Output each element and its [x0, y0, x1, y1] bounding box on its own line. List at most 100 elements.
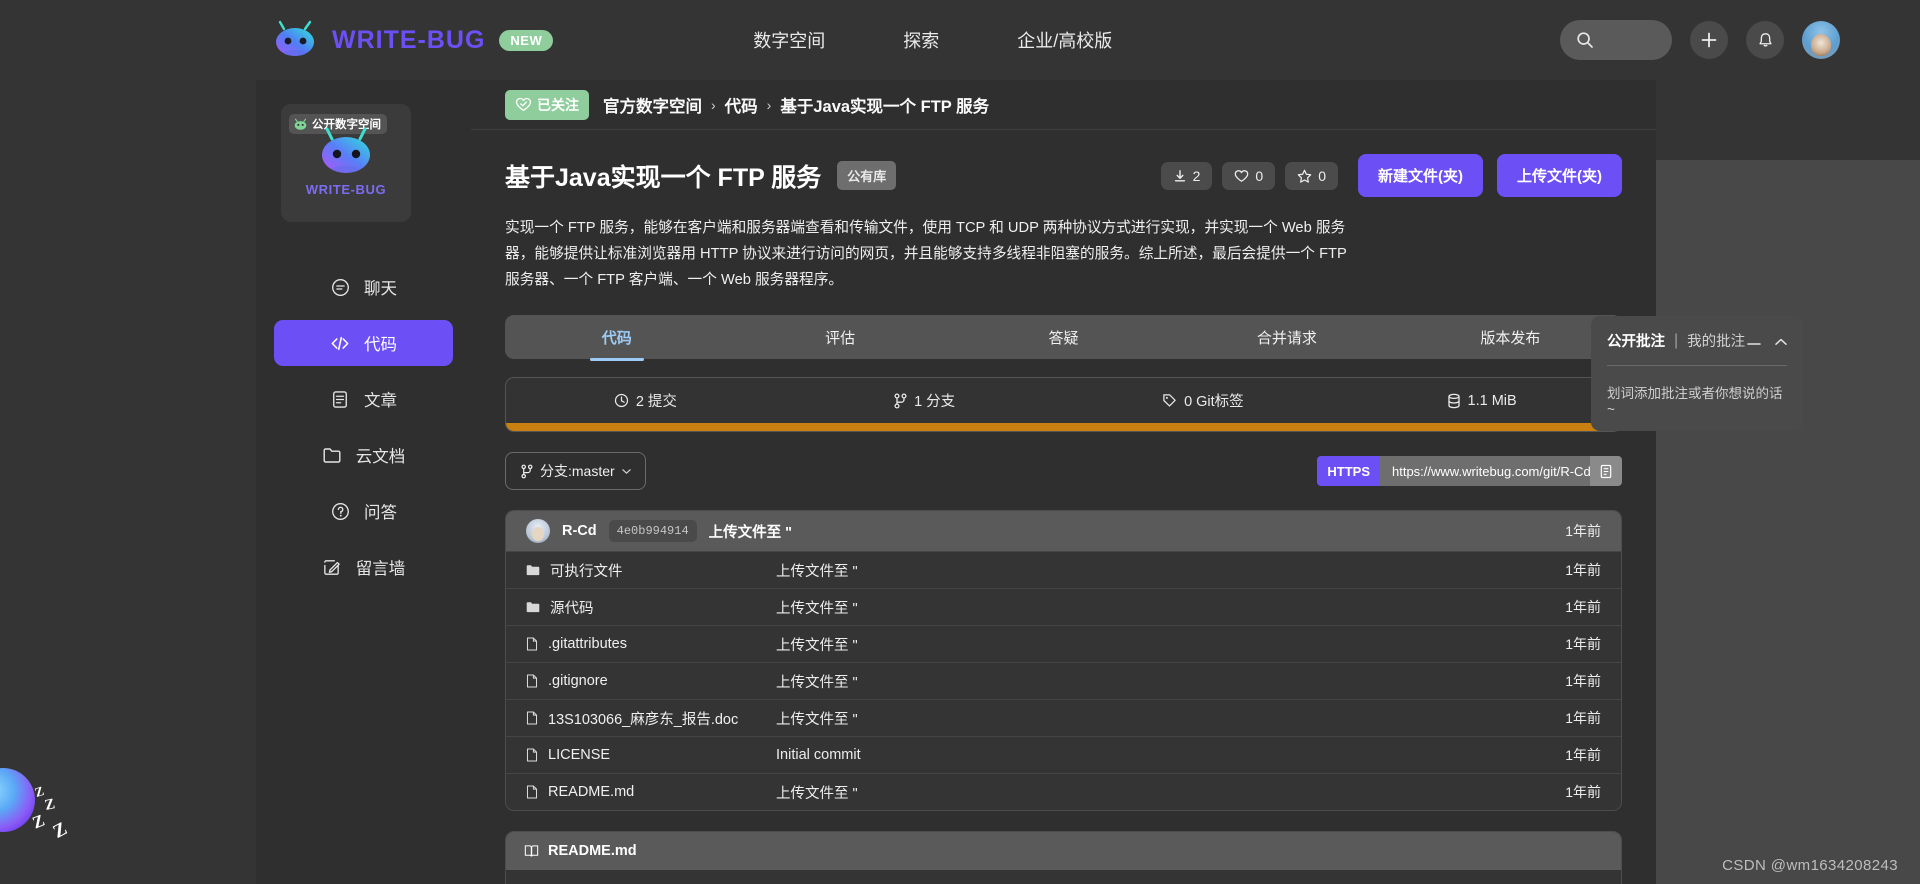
- sidebar-item-article[interactable]: 文章: [274, 376, 453, 422]
- table-row[interactable]: 源代码 上传文件至 " 1年前: [506, 588, 1621, 625]
- stat-commits[interactable]: 2 提交: [506, 378, 785, 423]
- sidebar-item-code[interactable]: 代码: [274, 320, 453, 366]
- stars-chip[interactable]: 0: [1285, 161, 1338, 190]
- plus-icon: [1701, 32, 1717, 48]
- repo-stat-chips: 2 0 0: [1160, 161, 1338, 190]
- file-name: README.md: [548, 784, 635, 800]
- commit-sha[interactable]: 4e0b994914: [608, 520, 697, 542]
- file-time: 1年前: [1565, 747, 1601, 763]
- avatar[interactable]: [526, 519, 550, 543]
- sidebar-item-message-wall[interactable]: 留言墙: [274, 544, 453, 590]
- sidebar-item-label: 代码: [364, 336, 397, 354]
- notifications-button[interactable]: [1746, 21, 1784, 59]
- table-row[interactable]: README.md 上传文件至 " 1年前: [506, 773, 1621, 810]
- sidebar-item-label: 聊天: [364, 280, 397, 298]
- space-card[interactable]: 公开数字空间 WRITE-BUG: [281, 104, 411, 222]
- commit-author[interactable]: R-Cd: [562, 523, 597, 539]
- file-name-cell[interactable]: README.md: [526, 784, 776, 800]
- file-name-cell[interactable]: 13S103066_麻彦东_报告.doc: [526, 708, 776, 729]
- file-name-cell[interactable]: .gitignore: [526, 673, 776, 689]
- stat-branches-label: 1 分支: [914, 394, 956, 410]
- sidebar-item-cloud-doc[interactable]: 云文档: [274, 432, 453, 478]
- readme-panel: README.md 基于Java实现一个 FTP 服务: [505, 831, 1622, 884]
- stat-commits-label: 2 提交: [635, 394, 677, 410]
- branch-icon: [521, 464, 533, 478]
- heart-check-icon: [515, 97, 532, 111]
- sidebar-item-chat[interactable]: 聊天: [274, 264, 453, 310]
- stat-tags[interactable]: 0 Git标签: [1064, 378, 1343, 423]
- breadcrumb-item-2[interactable]: 基于Java实现一个 FTP 服务: [780, 93, 989, 117]
- copy-url-button[interactable]: [1590, 456, 1622, 486]
- breadcrumb-item-1[interactable]: 代码: [725, 93, 758, 117]
- chevron-right-icon: ›: [711, 96, 716, 113]
- readme-filename: README.md: [548, 843, 637, 859]
- breadcrumb: 已关注 官方数字空间 › 代码 › 基于Java实现一个 FTP 服务: [471, 80, 1656, 130]
- nav-explore[interactable]: 探索: [903, 27, 939, 53]
- clock-icon: [614, 393, 628, 408]
- tab-release[interactable]: 版本发布: [1399, 315, 1622, 359]
- folder-icon: [526, 602, 540, 613]
- space-name: WRITE-BUG: [305, 182, 387, 197]
- file-name: 13S103066_麻彦东_报告.doc: [548, 711, 739, 728]
- file-commit-message: 上传文件至 ": [776, 674, 858, 691]
- clone-url-field[interactable]: https://www.writebug.com/git/R-Cd/: [1380, 456, 1590, 486]
- downloads-chip[interactable]: 2: [1160, 161, 1213, 190]
- tab-merge-request[interactable]: 合并请求: [1175, 315, 1398, 359]
- file-name-cell[interactable]: 源代码: [526, 597, 776, 618]
- clone-url-group: HTTPS https://www.writebug.com/git/R-Cd/: [1317, 456, 1622, 486]
- avatar[interactable]: [1802, 21, 1840, 59]
- upload-file-button[interactable]: 上传文件(夹): [1497, 154, 1622, 197]
- edit-pencil-icon: [322, 557, 342, 577]
- nav-digital-space[interactable]: 数字空间: [753, 27, 825, 53]
- sleeping-bug-mascot-icon[interactable]: Z Z Z Z: [0, 748, 78, 848]
- stat-branches[interactable]: 1 分支: [785, 378, 1064, 423]
- table-row[interactable]: LICENSE Initial commit 1年前: [506, 736, 1621, 773]
- file-commit-message: 上传文件至 ": [776, 600, 858, 617]
- chevron-up-icon[interactable]: [1775, 334, 1787, 348]
- sidebar-item-qa[interactable]: 问答: [274, 488, 453, 534]
- nav-enterprise-edu[interactable]: 企业/高校版: [1017, 27, 1112, 53]
- brand-logo-group[interactable]: WRITE-BUG NEW: [272, 20, 554, 60]
- likes-chip[interactable]: 0: [1222, 161, 1276, 190]
- repo-title-row: 基于Java实现一个 FTP 服务 公有库 2 0 0 新建文件(夹) 上传文件…: [505, 154, 1622, 197]
- folder-icon: [322, 445, 342, 465]
- minus-icon[interactable]: [1747, 334, 1761, 348]
- file-icon: [526, 711, 538, 725]
- top-nav-links: 数字空间 探索 企业/高校版: [753, 27, 1112, 53]
- table-row[interactable]: .gitattributes 上传文件至 " 1年前: [506, 625, 1621, 662]
- file-time: 1年前: [1565, 710, 1601, 726]
- tab-my-annotations[interactable]: 我的批注: [1687, 330, 1745, 351]
- branch-selector[interactable]: 分支:master: [505, 452, 646, 490]
- file-name: 源代码: [550, 600, 594, 617]
- annotations-divider: |: [1674, 331, 1679, 349]
- heart-icon: [1235, 169, 1249, 182]
- file-time: 1年前: [1565, 599, 1601, 615]
- search-input[interactable]: [1560, 20, 1672, 60]
- download-icon: [1174, 169, 1185, 182]
- language-segment-primary: [506, 423, 1601, 431]
- table-row[interactable]: 可执行文件 上传文件至 " 1年前: [506, 551, 1621, 588]
- add-button[interactable]: [1690, 21, 1728, 59]
- file-name-cell[interactable]: LICENSE: [526, 747, 776, 763]
- tab-public-annotations[interactable]: 公开批注: [1607, 330, 1665, 351]
- clone-protocol-button[interactable]: HTTPS: [1317, 456, 1380, 486]
- file-time: 1年前: [1565, 562, 1601, 578]
- new-file-button[interactable]: 新建文件(夹): [1358, 154, 1483, 197]
- tab-code[interactable]: 代码: [505, 315, 728, 359]
- visibility-badge: 公有库: [837, 161, 897, 190]
- bug-mascot-logo-icon: [315, 126, 377, 178]
- latest-commit-header: R-Cd 4e0b994914 上传文件至 " 1年前: [506, 511, 1621, 551]
- tab-review[interactable]: 评估: [728, 315, 951, 359]
- file-commit-message: 上传文件至 ": [776, 637, 858, 654]
- table-row[interactable]: .gitignore 上传文件至 " 1年前: [506, 662, 1621, 699]
- annotations-header: 公开批注 | 我的批注: [1607, 330, 1787, 351]
- breadcrumb-item-0[interactable]: 官方数字空间: [603, 93, 702, 117]
- annotations-controls: [1747, 334, 1787, 348]
- folder-icon: [526, 565, 540, 576]
- follow-status-badge[interactable]: 已关注: [505, 89, 589, 120]
- table-row[interactable]: 13S103066_麻彦东_报告.doc 上传文件至 " 1年前: [506, 699, 1621, 736]
- file-name-cell[interactable]: 可执行文件: [526, 560, 776, 581]
- stat-size[interactable]: 1.1 MiB: [1342, 378, 1621, 423]
- file-name-cell[interactable]: .gitattributes: [526, 636, 776, 652]
- tab-qa[interactable]: 答疑: [952, 315, 1175, 359]
